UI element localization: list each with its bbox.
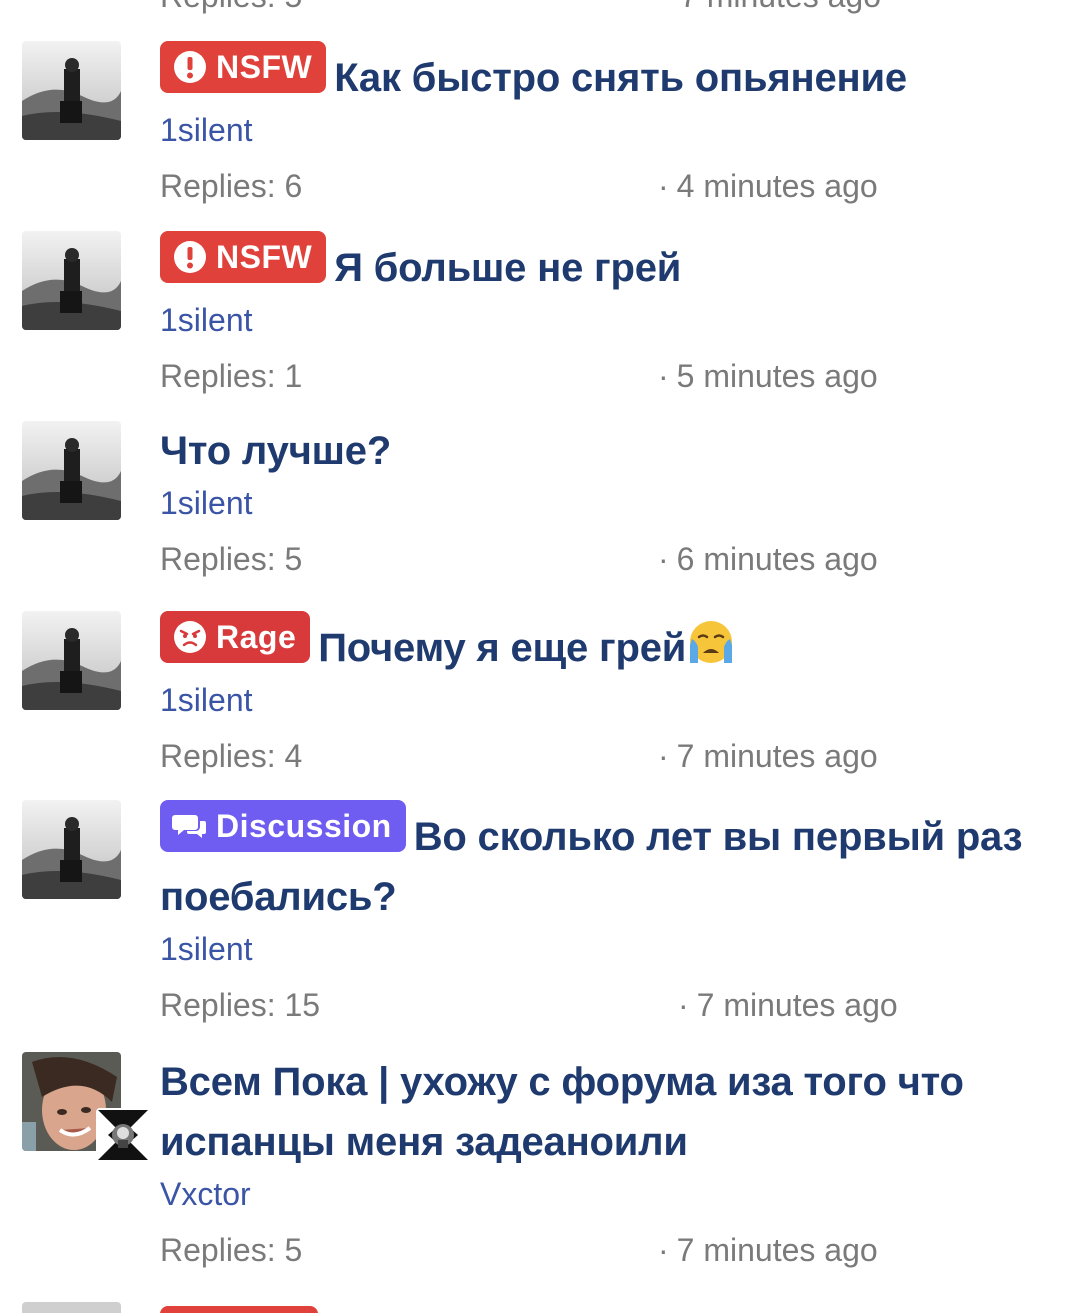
replies-count: Replies: 5 [160, 0, 302, 20]
chat-bubbles-icon [172, 808, 208, 844]
prefix-badge-nsfw[interactable]: NSFW [160, 231, 327, 283]
replies-count: Replies: 5 [160, 541, 303, 577]
avatar-partial[interactable] [22, 1302, 121, 1313]
prefix-label: Rage [216, 619, 297, 655]
user-badge-icon [96, 1108, 150, 1162]
thread-meta: Replies: 1 · 5 minutes ago [160, 352, 1040, 400]
avatar[interactable] [22, 611, 121, 710]
avatar[interactable] [22, 231, 121, 330]
prefix-label: NSFW [216, 239, 313, 275]
time-text: 7 minutes ago [676, 1232, 878, 1268]
timestamp[interactable]: · 7 minutes ago [658, 732, 878, 780]
timestamp: 7 minutes ago [680, 0, 881, 20]
thread-title[interactable]: NSFW Я больше не грей [160, 231, 1040, 298]
exclamation-icon [172, 49, 208, 85]
title-text[interactable]: Как быстро снять опьянение [334, 56, 907, 100]
thread-title[interactable]: Что лучше? [160, 421, 1040, 481]
time-text: 6 minutes ago [676, 541, 878, 577]
thread-meta: Replies: 5 · 7 minutes ago [160, 1226, 1040, 1274]
crying-face-emoji [686, 617, 736, 667]
thread-meta: Replies: 6 · 4 minutes ago [160, 162, 1040, 210]
prefix-badge-nsfw[interactable]: NSFW [160, 41, 327, 93]
thread-meta: Replies: 15 · 7 minutes ago [160, 981, 1040, 1029]
author-link[interactable]: 1silent [160, 678, 1040, 722]
prefix-badge-rage[interactable]: Rage [160, 611, 311, 663]
prefix-badge-discussion[interactable]: Discussion [160, 800, 406, 852]
thread-list: Replies: 5 7 minutes ago NSFW Как быстро… [0, 0, 1080, 1313]
replies-count: Replies: 4 [160, 738, 303, 774]
author-link[interactable]: 1silent [160, 108, 1040, 152]
replies-count: Replies: 15 [160, 987, 321, 1023]
prefix-badge-partial[interactable] [160, 1306, 318, 1313]
exclamation-icon [172, 239, 208, 275]
time-text: 7 minutes ago [696, 987, 898, 1023]
separator-dot: · [658, 738, 669, 774]
timestamp[interactable]: · 5 minutes ago [658, 352, 878, 400]
thread-title[interactable]: Rage Почему я еще грей [160, 611, 1040, 678]
separator-dot: · [658, 1232, 669, 1268]
separator-dot: · [658, 358, 669, 394]
timestamp[interactable]: · 6 minutes ago [658, 535, 878, 583]
thread-meta: Replies: 4 · 7 minutes ago [160, 732, 1040, 780]
title-text[interactable]: Что лучше? [160, 429, 391, 473]
prefix-label: NSFW [216, 49, 313, 85]
thread-title[interactable]: Discussion Во сколько лет вы первый раз … [160, 800, 1040, 927]
thread-meta-partial: Replies: 5 7 minutes ago [160, 0, 1040, 20]
separator-dot: · [658, 541, 669, 577]
thread-meta: Replies: 5 · 6 minutes ago [160, 535, 1040, 583]
author-link[interactable]: 1silent [160, 298, 1040, 342]
time-text: 4 minutes ago [676, 168, 878, 204]
replies-count: Replies: 1 [160, 358, 303, 394]
timestamp[interactable]: · 4 minutes ago [658, 162, 878, 210]
thread-title[interactable]: Всем Пока | ухожу с форума иза того что … [160, 1052, 1040, 1172]
avatar[interactable] [22, 421, 121, 520]
author-link[interactable]: 1silent [160, 481, 1040, 525]
title-text[interactable]: Всем Пока | ухожу с форума иза того что … [160, 1060, 964, 1164]
timestamp[interactable]: · 7 minutes ago [678, 981, 898, 1029]
angry-face-icon [172, 619, 208, 655]
thread-title[interactable]: NSFW Как быстро снять опьянение [160, 41, 1040, 108]
time-text: 5 minutes ago [676, 358, 878, 394]
title-text[interactable]: Я больше не грей [334, 246, 681, 290]
author-link[interactable]: 1silent [160, 927, 1040, 971]
replies-count: Replies: 6 [160, 168, 303, 204]
separator-dot: · [678, 987, 689, 1023]
separator-dot: · [658, 168, 669, 204]
timestamp[interactable]: · 7 minutes ago [658, 1226, 878, 1274]
title-text[interactable]: Почему я еще грей [318, 626, 686, 670]
time-text: 7 minutes ago [676, 738, 878, 774]
prefix-label: Discussion [216, 808, 392, 844]
avatar[interactable] [22, 800, 121, 899]
author-link[interactable]: Vxctor [160, 1172, 1040, 1216]
replies-count: Replies: 5 [160, 1232, 303, 1268]
avatar[interactable] [22, 41, 121, 140]
